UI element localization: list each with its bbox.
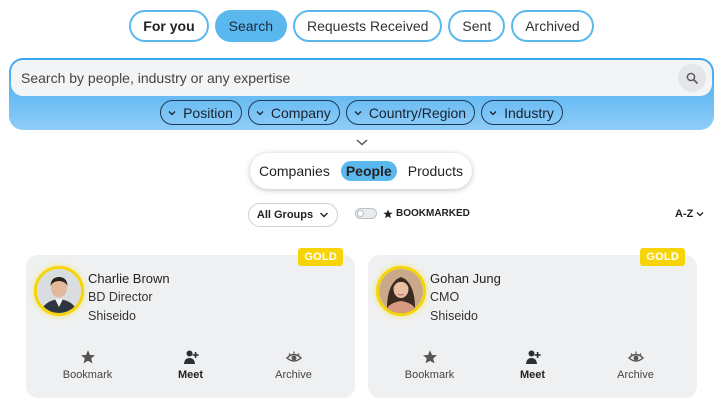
- chevron-down-icon: [320, 212, 329, 218]
- add-person-icon: [183, 350, 199, 364]
- archive-button[interactable]: Archive: [596, 349, 676, 381]
- filter-company[interactable]: Company: [247, 100, 340, 125]
- tab-for-you[interactable]: For you: [129, 10, 209, 42]
- card-actions: Bookmark Meet Archive: [368, 349, 697, 381]
- meet-button[interactable]: Meet: [151, 349, 231, 381]
- tab-sent[interactable]: Sent: [448, 10, 506, 42]
- expand-chevron-icon[interactable]: [355, 137, 369, 147]
- card-actions: Bookmark Meet Archive: [26, 349, 355, 381]
- toggle-knob: [357, 210, 364, 217]
- archive-label: Archive: [617, 369, 654, 381]
- filter-country-region[interactable]: Country/Region: [345, 100, 476, 125]
- avatar: [376, 266, 426, 316]
- archive-button[interactable]: Archive: [254, 349, 334, 381]
- sort-label: A-Z: [675, 208, 694, 220]
- bookmarked-filter: BOOKMARKED: [355, 208, 470, 219]
- chevron-down-icon: [256, 110, 264, 115]
- eye-icon: [627, 351, 644, 362]
- search-button[interactable]: [678, 64, 706, 92]
- add-person-icon: [525, 350, 541, 364]
- search-icon: [686, 72, 698, 84]
- archive-label: Archive: [275, 369, 312, 381]
- tab-search[interactable]: Search: [214, 10, 287, 42]
- bookmarked-toggle[interactable]: [355, 208, 377, 219]
- segment-people[interactable]: People: [340, 161, 397, 181]
- search-bar: [11, 60, 712, 96]
- person-company: Shiseido: [430, 309, 478, 323]
- person-role: CMO: [430, 290, 460, 304]
- meet-button[interactable]: Meet: [493, 349, 573, 381]
- chevron-down-icon: [354, 110, 362, 115]
- meet-label: Meet: [519, 369, 546, 381]
- gold-badge: GOLD: [640, 248, 685, 266]
- filter-position[interactable]: Position: [160, 100, 242, 125]
- person-name[interactable]: Gohan Jung: [430, 269, 501, 288]
- bookmark-button[interactable]: Bookmark: [390, 349, 470, 381]
- chevron-down-icon: [696, 212, 704, 217]
- segment-products[interactable]: Products: [403, 161, 468, 181]
- star-icon: [80, 350, 95, 364]
- filter-label: Industry: [504, 104, 554, 121]
- avatar: [34, 266, 84, 316]
- groups-dropdown[interactable]: All Groups: [248, 203, 338, 227]
- entity-segment-control: Companies People Products: [250, 153, 472, 189]
- person-role: BD Director: [88, 290, 153, 304]
- person-name[interactable]: Charlie Brown: [88, 269, 170, 288]
- gold-badge: GOLD: [298, 248, 343, 266]
- bookmarked-label: BOOKMARKED: [383, 208, 470, 219]
- sort-dropdown[interactable]: A-Z: [675, 208, 704, 220]
- bookmark-label: Bookmark: [404, 369, 455, 381]
- segment-companies[interactable]: Companies: [254, 161, 335, 181]
- filter-label: Position: [183, 104, 233, 121]
- person-card[interactable]: GOLD Charlie Brown BD Director Shiseido …: [26, 248, 355, 398]
- groups-dropdown-label: All Groups: [256, 209, 314, 221]
- star-icon: [422, 350, 437, 364]
- person-info: Charlie Brown BD Director Shiseido: [88, 269, 170, 326]
- person-card[interactable]: GOLD Gohan Jung CMO Shiseido Bookmark Me…: [368, 248, 697, 398]
- bookmark-button[interactable]: Bookmark: [48, 349, 128, 381]
- chevron-down-icon: [489, 110, 497, 115]
- filter-row: Position Company Country/Region Industry: [9, 100, 714, 125]
- bookmark-label: Bookmark: [62, 369, 113, 381]
- person-info: Gohan Jung CMO Shiseido: [430, 269, 501, 326]
- meet-label: Meet: [177, 369, 204, 381]
- top-tabs: For you Search Requests Received Sent Ar…: [0, 10, 723, 42]
- search-input[interactable]: [21, 60, 661, 96]
- search-panel: Position Company Country/Region Industry: [9, 58, 714, 130]
- chevron-down-icon: [168, 110, 176, 115]
- filter-label: Country/Region: [368, 104, 467, 121]
- bookmarked-text: BOOKMARKED: [396, 208, 470, 219]
- tab-requests-received[interactable]: Requests Received: [293, 10, 443, 42]
- filter-label: Company: [270, 104, 331, 121]
- tab-archived[interactable]: Archived: [511, 10, 594, 42]
- person-company: Shiseido: [88, 309, 136, 323]
- star-icon: [383, 209, 393, 218]
- eye-icon: [285, 351, 302, 362]
- filter-industry[interactable]: Industry: [481, 100, 563, 125]
